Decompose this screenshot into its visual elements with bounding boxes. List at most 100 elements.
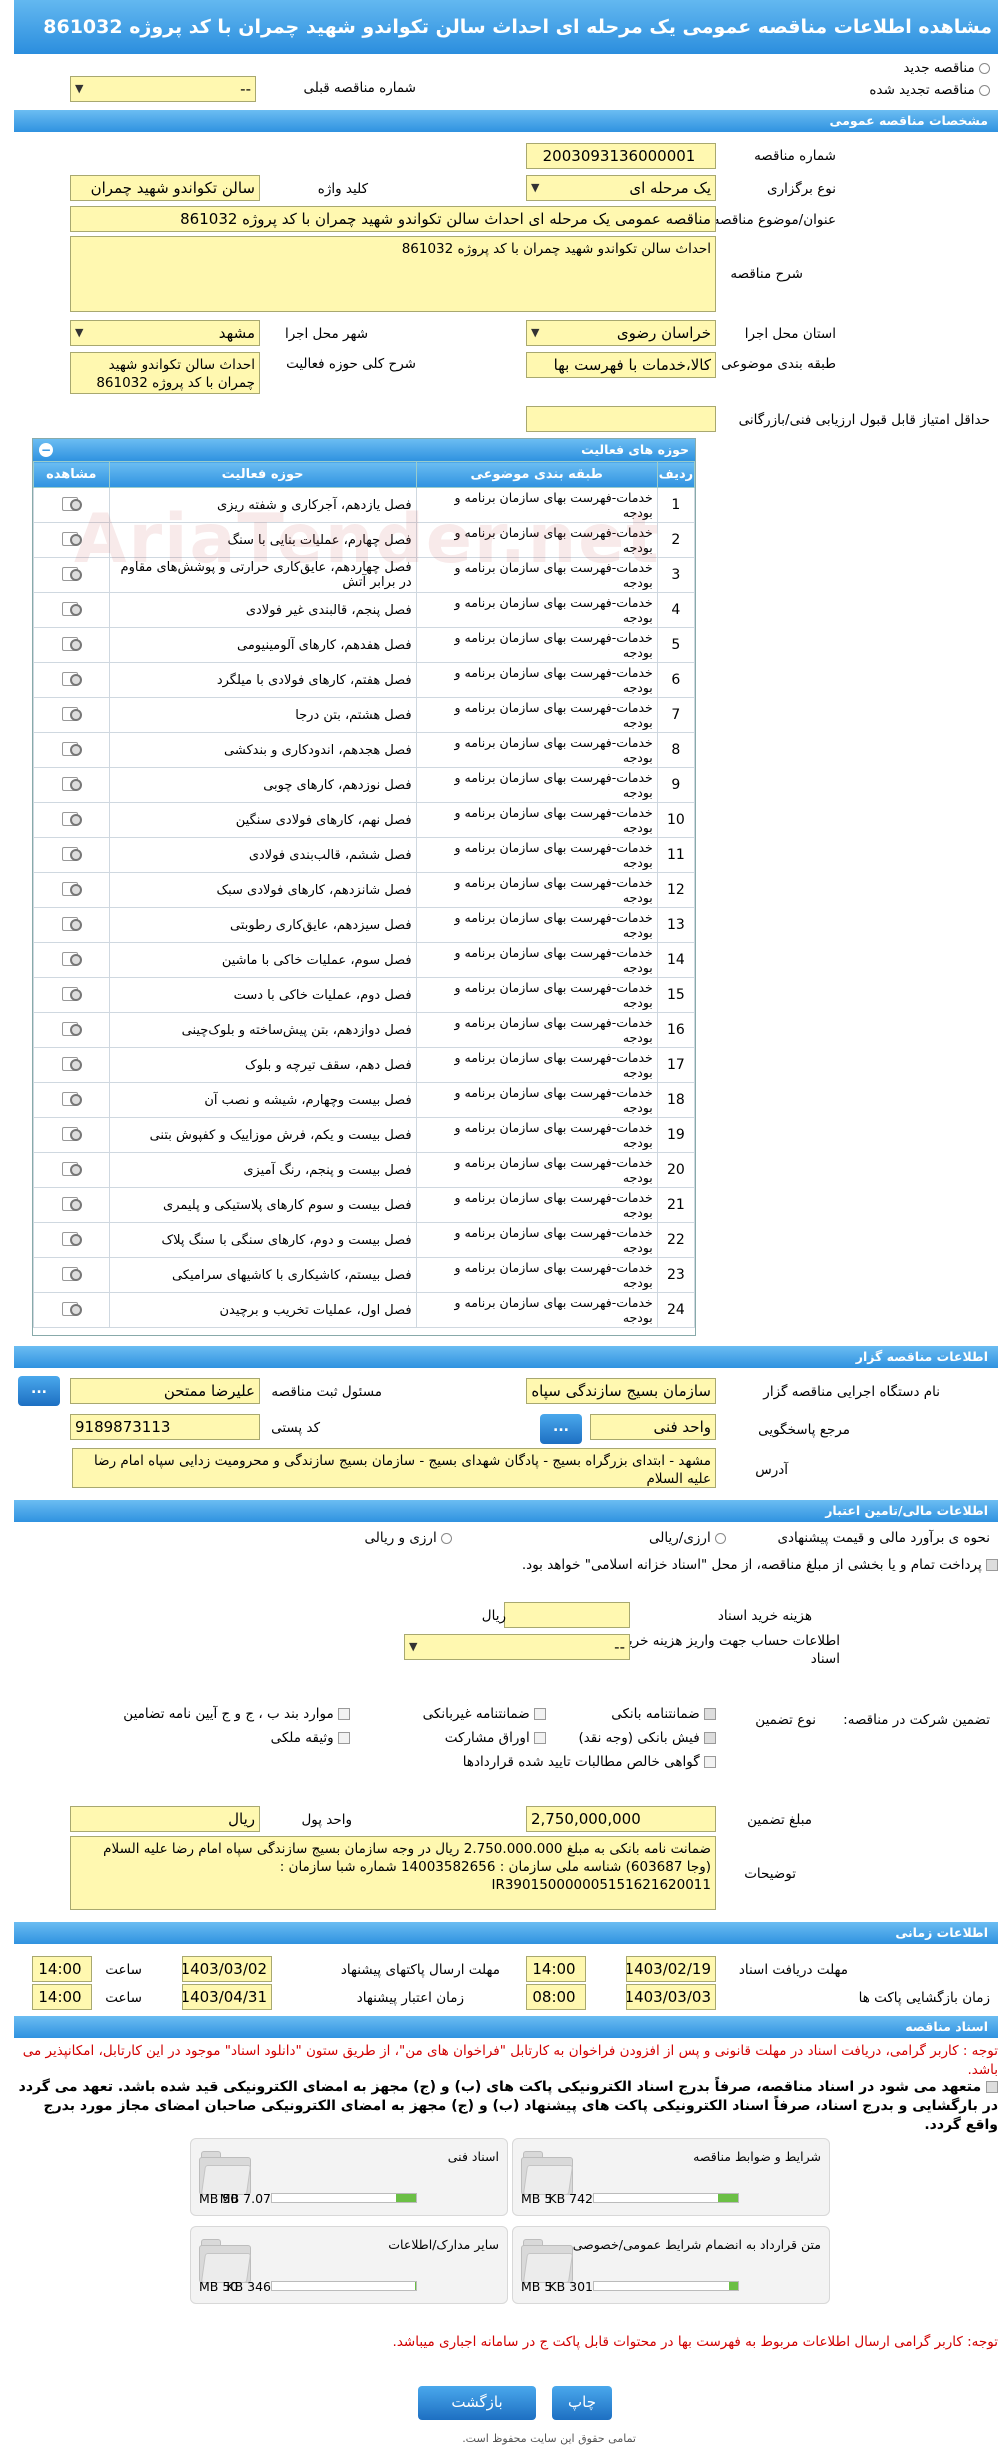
- row-area: فصل ششم، قالب‌بندی فولادی: [108, 837, 417, 873]
- ref-field: واحد فنی: [590, 1414, 716, 1440]
- table-row: 17 خدمات-فهرست بهای سازمان برنامه و بودجه…: [33, 1047, 695, 1083]
- view-icon[interactable]: [60, 1265, 83, 1281]
- g6-label: وثیقه ملکی: [270, 1730, 334, 1746]
- table-row: 19 خدمات-فهرست بهای سازمان برنامه و بودجه…: [33, 1117, 695, 1153]
- view-icon[interactable]: [60, 1230, 83, 1246]
- checkbox-bank[interactable]: [704, 1708, 716, 1720]
- row-area: فصل دوازدهم، بتن پیش‌ساخته و بلوک‌چینی: [108, 1012, 417, 1048]
- row-category: خدمات-فهرست بهای سازمان برنامه و بودجه: [415, 732, 658, 768]
- view-icon[interactable]: [60, 600, 83, 616]
- docs-note-3: توجه: کاربر گرامی ارسال اطلاعات مربوط به…: [392, 2334, 998, 2350]
- radio-opt1[interactable]: [715, 1532, 726, 1544]
- renewed-tender-option[interactable]: مناقصه تجدید شده: [869, 82, 990, 98]
- checkbox-rules[interactable]: [338, 1708, 350, 1720]
- folder-icon: [199, 2239, 252, 2283]
- scope-field: احداث سالن تکواندو شهید چمران با کد پروژ…: [70, 352, 260, 394]
- resp-label: مسئول ثبت مناقصه: [271, 1384, 382, 1400]
- view-icon[interactable]: [60, 1160, 83, 1176]
- view-icon[interactable]: [60, 1195, 83, 1211]
- table-row: 15 خدمات-فهرست بهای سازمان برنامه و بودجه…: [33, 977, 695, 1013]
- view-icon[interactable]: [60, 1090, 83, 1106]
- print-button[interactable]: چاپ: [552, 2386, 612, 2420]
- view-icon[interactable]: [60, 985, 83, 1001]
- collapse-icon[interactable]: −: [39, 443, 53, 457]
- view-icon[interactable]: [60, 950, 83, 966]
- view-icon[interactable]: [60, 915, 83, 931]
- col-row: ردیف: [656, 461, 695, 488]
- new-tender-option[interactable]: مناقصه جدید: [903, 60, 990, 76]
- guarantee-opt-cash[interactable]: فیش بانکی (وجه نقد): [578, 1730, 716, 1746]
- doc-box-2[interactable]: متن قرارداد به انضمام شرایط عمومی/خصوصی …: [512, 2226, 830, 2304]
- g7-label: گواهی خالص مطالبات تایید شده قراردادها: [462, 1754, 700, 1770]
- guarantee-opt-bonds[interactable]: اوراق مشارکت: [445, 1730, 546, 1746]
- guarantee-opt-claims[interactable]: گواهی خالص مطالبات تایید شده قراردادها: [463, 1754, 716, 1770]
- checkbox-nonbank[interactable]: [534, 1708, 546, 1720]
- row-area: فصل هفتم، کارهای فولادی با میلگرد: [108, 662, 417, 698]
- view-icon[interactable]: [60, 845, 83, 861]
- treasury-checkbox[interactable]: [986, 1559, 998, 1571]
- checkbox-property[interactable]: [338, 1732, 350, 1744]
- type-select[interactable]: یک مرحله ای ▼: [526, 175, 716, 201]
- guarantee-opt-nonbank[interactable]: ضمانتنامه غیربانکی: [423, 1706, 546, 1722]
- doc-title: متن قرارداد به انضمام شرایط عمومی/خصوصی: [572, 2237, 821, 2252]
- commit-checkbox[interactable]: [986, 2081, 998, 2093]
- estimate-opt1[interactable]: ارزی/ریالی: [649, 1530, 726, 1546]
- guarantee-opt-bank[interactable]: ضمانتنامه بانکی: [611, 1706, 716, 1722]
- view-icon[interactable]: [60, 1020, 83, 1036]
- currency-field: ریال: [70, 1806, 260, 1832]
- docs-commit[interactable]: متعهد می شود در اسناد مناقصه، صرفاً بدرج…: [14, 2078, 998, 2135]
- radio-renewed[interactable]: [979, 84, 990, 96]
- city-select[interactable]: مشهد ▼: [70, 320, 260, 346]
- doc-box-3[interactable]: سایر مدارک/اطلاعات 346 KB 50 MB: [190, 2226, 508, 2304]
- doc-title: اسناد فنی: [447, 2149, 499, 2164]
- guarantee-opt-property[interactable]: وثیقه ملکی: [271, 1730, 350, 1746]
- row-number: 18: [656, 1082, 695, 1118]
- province-select[interactable]: خراسان رضوی ▼: [526, 320, 716, 346]
- back-button[interactable]: بازگشت: [418, 2386, 536, 2420]
- radio-opt2[interactable]: [441, 1532, 452, 1544]
- table-row: 8 خدمات-فهرست بهای سازمان برنامه و بودجه ف…: [33, 732, 695, 768]
- account-select[interactable]: -- ▼: [404, 1634, 630, 1660]
- row-area: فصل بیست وچهارم، شیشه و نصب آن: [108, 1082, 417, 1118]
- view-icon[interactable]: [60, 1300, 83, 1316]
- activity-table: ردیف طبقه بندی موضوعی حوزه فعالیت مشاهده…: [33, 461, 695, 1328]
- view-icon[interactable]: [60, 635, 83, 651]
- view-icon[interactable]: [60, 670, 83, 686]
- row-category: خدمات-فهرست بهای سازمان برنامه و بودجه: [415, 837, 658, 873]
- table-row: 11 خدمات-فهرست بهای سازمان برنامه و بودجه…: [33, 837, 695, 873]
- doc-box-0[interactable]: شرایط و ضوابط مناقصه 742 KB 5 MB: [512, 2138, 830, 2216]
- section-organizer: اطلاعات مناقصه گزار: [14, 1346, 998, 1368]
- keyword-field: سالن تکواندو شهید چمران: [70, 175, 260, 201]
- view-icon[interactable]: [60, 810, 83, 826]
- checkbox-cash[interactable]: [704, 1732, 716, 1744]
- guarantee-opt-rules[interactable]: موارد بند ب ، ج و ج آیین نامه تضامین: [123, 1706, 350, 1722]
- radio-new[interactable]: [979, 62, 990, 74]
- row-category: خدمات-فهرست بهای سازمان برنامه و بودجه: [415, 942, 658, 978]
- view-icon[interactable]: [60, 740, 83, 756]
- row-view: [33, 942, 110, 978]
- row-area: فصل هفدهم، کارهای آلومینیومی: [108, 627, 417, 663]
- table-row: 4 خدمات-فهرست بهای سازمان برنامه و بودجه ف…: [33, 592, 695, 628]
- city-label: شهر محل اجرا: [284, 326, 368, 342]
- doc-box-1[interactable]: اسناد فنی 7.07 MB 50 MB: [190, 2138, 508, 2216]
- currency-label: واحد پول: [301, 1812, 352, 1828]
- view-icon[interactable]: [60, 880, 83, 896]
- checkbox-claims[interactable]: [704, 1756, 716, 1768]
- min-score-field: [526, 406, 716, 432]
- table-row: 21 خدمات-فهرست بهای سازمان برنامه و بودجه…: [33, 1187, 695, 1223]
- row-category: خدمات-فهرست بهای سازمان برنامه و بودجه: [415, 977, 658, 1013]
- treasury-option[interactable]: پرداخت تمام و یا بخشی از مبلغ مناقصه، از…: [14, 1556, 998, 1574]
- prev-tender-select[interactable]: -- ▼: [70, 76, 256, 102]
- view-icon[interactable]: [60, 1125, 83, 1141]
- account-value: --: [614, 1638, 625, 1656]
- checkbox-bonds[interactable]: [534, 1732, 546, 1744]
- org-more-button[interactable]: ...: [18, 1376, 60, 1406]
- row-number: 12: [656, 872, 695, 908]
- row-number: 5: [656, 627, 695, 663]
- estimate-opt2[interactable]: ارزی و ریالی: [364, 1530, 452, 1546]
- ref-more-button[interactable]: ...: [540, 1414, 582, 1444]
- view-icon[interactable]: [60, 705, 83, 721]
- send-date: 1403/03/02: [182, 1956, 272, 1982]
- view-icon[interactable]: [60, 1055, 83, 1071]
- view-icon[interactable]: [60, 775, 83, 791]
